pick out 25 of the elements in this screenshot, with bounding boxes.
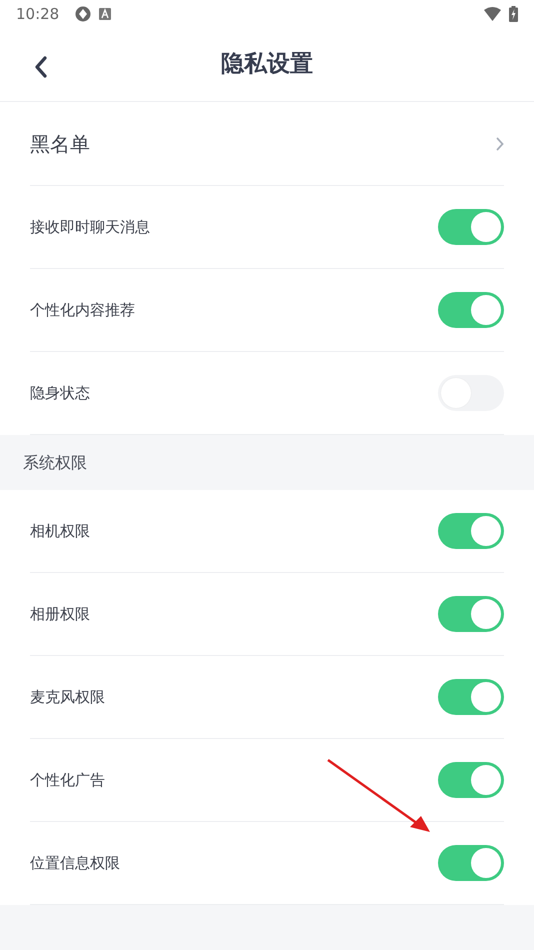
wifi-icon bbox=[484, 7, 501, 21]
setting-label: 麦克风权限 bbox=[30, 686, 105, 708]
toggle-switch[interactable] bbox=[438, 679, 504, 715]
status-time: 10:28 bbox=[16, 4, 60, 25]
toggle-switch[interactable] bbox=[438, 292, 504, 328]
setting-label: 个性化广告 bbox=[30, 770, 105, 791]
toggle-switch[interactable] bbox=[438, 845, 504, 881]
toggle-switch[interactable] bbox=[438, 762, 504, 798]
keyboard-icon bbox=[99, 8, 112, 20]
setting-label: 个性化内容推荐 bbox=[30, 300, 135, 321]
toggle-switch[interactable] bbox=[438, 209, 504, 245]
toggle-switch[interactable] bbox=[438, 596, 504, 632]
aperture-icon bbox=[75, 6, 92, 22]
chevron-right-icon bbox=[496, 136, 504, 150]
setting-label: 隐身状态 bbox=[30, 382, 90, 404]
setting-label: 相册权限 bbox=[30, 604, 90, 625]
page-title: 隐私设置 bbox=[221, 50, 313, 80]
setting-label: 相机权限 bbox=[30, 520, 90, 542]
section-heading: 系统权限 bbox=[22, 452, 88, 474]
setting-label: 接收即时聊天消息 bbox=[30, 216, 150, 238]
battery-icon bbox=[509, 6, 518, 22]
toggle-switch[interactable] bbox=[438, 513, 504, 549]
setting-label: 黑名单 bbox=[30, 130, 90, 158]
back-button[interactable] bbox=[34, 54, 47, 78]
setting-label: 位置信息权限 bbox=[30, 852, 120, 874]
